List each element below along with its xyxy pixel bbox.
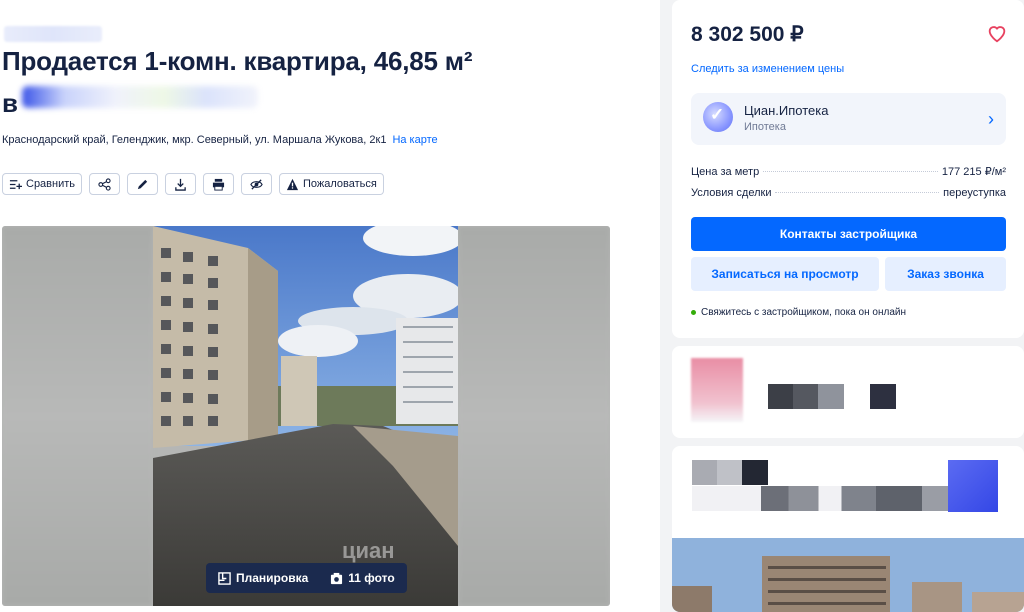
floorplan-label: Планировка xyxy=(236,571,309,585)
price-per-meter-value: 177 215 ₽/м² xyxy=(941,166,1006,178)
blurred-breadcrumb xyxy=(4,26,102,42)
chevron-right-icon: › xyxy=(988,109,994,129)
compare-button[interactable]: Сравнить xyxy=(2,173,83,195)
print-icon xyxy=(212,178,225,191)
hide-button[interactable] xyxy=(241,173,273,195)
price-watch-link[interactable]: Следить за изменением цены xyxy=(691,63,844,75)
photo-blur-right xyxy=(458,226,610,606)
deal-terms-label: Условия сделки xyxy=(691,187,772,199)
online-status: Свяжитесь с застройщиком, пока он онлайн xyxy=(691,307,906,318)
map-link[interactable]: На карте xyxy=(392,134,437,146)
photos-count: 11 фото xyxy=(348,571,395,585)
photos-button[interactable]: 11 фото xyxy=(330,571,395,585)
gallery-badge: Планировка 11 фото xyxy=(206,563,407,593)
main-photo[interactable] xyxy=(153,226,458,606)
download-button[interactable] xyxy=(165,173,197,195)
developer-contacts-button[interactable]: Контакты застройщика xyxy=(691,217,1006,251)
deal-terms-value: переуступка xyxy=(943,187,1006,199)
offer-card: 8 302 500 ₽ Следить за изменением цены Ц… xyxy=(672,0,1024,338)
mortgage-banner[interactable]: Циан.Ипотека Ипотека › xyxy=(691,93,1006,145)
complain-label: Пожаловаться xyxy=(303,178,377,190)
photo-blur-left xyxy=(2,226,153,606)
callback-button[interactable]: Заказ звонка xyxy=(885,257,1006,291)
price-per-meter-row: Цена за метр 177 215 ₽/м² xyxy=(691,165,1006,178)
dotted-leader xyxy=(775,192,940,193)
camera-icon xyxy=(331,572,343,584)
warning-icon xyxy=(286,178,299,190)
deal-terms-row: Условия сделки переуступка xyxy=(691,187,1006,199)
download-icon xyxy=(175,178,186,191)
complain-button[interactable]: Пожаловаться xyxy=(279,173,384,195)
complex-meta2-blurred xyxy=(922,486,948,511)
price-per-meter-label: Цена за метр xyxy=(691,166,760,178)
compare-label: Сравнить xyxy=(26,178,76,190)
eye-off-icon xyxy=(250,178,263,190)
floorplan-icon xyxy=(218,571,231,585)
dotted-leader xyxy=(763,171,938,172)
mortgage-name: Циан.Ипотека xyxy=(744,103,829,118)
developer-logo-blurred xyxy=(691,358,743,422)
page-title: Продается 1-комн. квартира, 46,85 м² xyxy=(2,46,473,76)
address: Краснодарский край, Геленджик, мкр. Севе… xyxy=(2,134,438,146)
complex-card[interactable] xyxy=(672,446,1024,612)
share-button[interactable] xyxy=(89,173,121,195)
action-toolbar: Сравнить Пожаловаться xyxy=(2,173,384,195)
developer-card[interactable] xyxy=(672,346,1024,438)
complex-photo xyxy=(672,538,1024,612)
address-text: Краснодарский край, Геленджик, мкр. Севе… xyxy=(2,134,387,146)
compare-icon xyxy=(9,179,22,189)
edit-button[interactable] xyxy=(127,173,159,195)
complex-meta-blurred xyxy=(692,486,922,511)
book-viewing-button[interactable]: Записаться на просмотр xyxy=(691,257,879,291)
complex-title-blurred xyxy=(692,460,768,485)
complex-badge-blurred xyxy=(948,460,998,512)
price: 8 302 500 ₽ xyxy=(691,23,804,46)
print-button[interactable] xyxy=(203,173,235,195)
share-icon xyxy=(98,177,111,191)
page-title-line2: в xyxy=(2,88,18,118)
online-dot-icon xyxy=(691,310,696,315)
floorplan-button[interactable]: Планировка xyxy=(218,571,308,585)
cian-mortgage-logo-icon xyxy=(703,102,733,132)
mortgage-sub: Ипотека xyxy=(744,121,786,133)
listing-main: Продается 1-комн. квартира, 46,85 м² в К… xyxy=(0,0,660,612)
developer-meta-blurred xyxy=(870,384,896,409)
photo-gallery[interactable]: циан Планировка 11 фото xyxy=(2,226,610,606)
blurred-complex-name xyxy=(22,86,258,108)
pencil-icon xyxy=(137,179,148,189)
watermark: циан xyxy=(342,538,395,563)
online-note: Свяжитесь с застройщиком, пока он онлайн xyxy=(701,307,906,318)
favorite-heart-icon[interactable] xyxy=(986,22,1008,44)
developer-name-blurred xyxy=(768,384,844,409)
